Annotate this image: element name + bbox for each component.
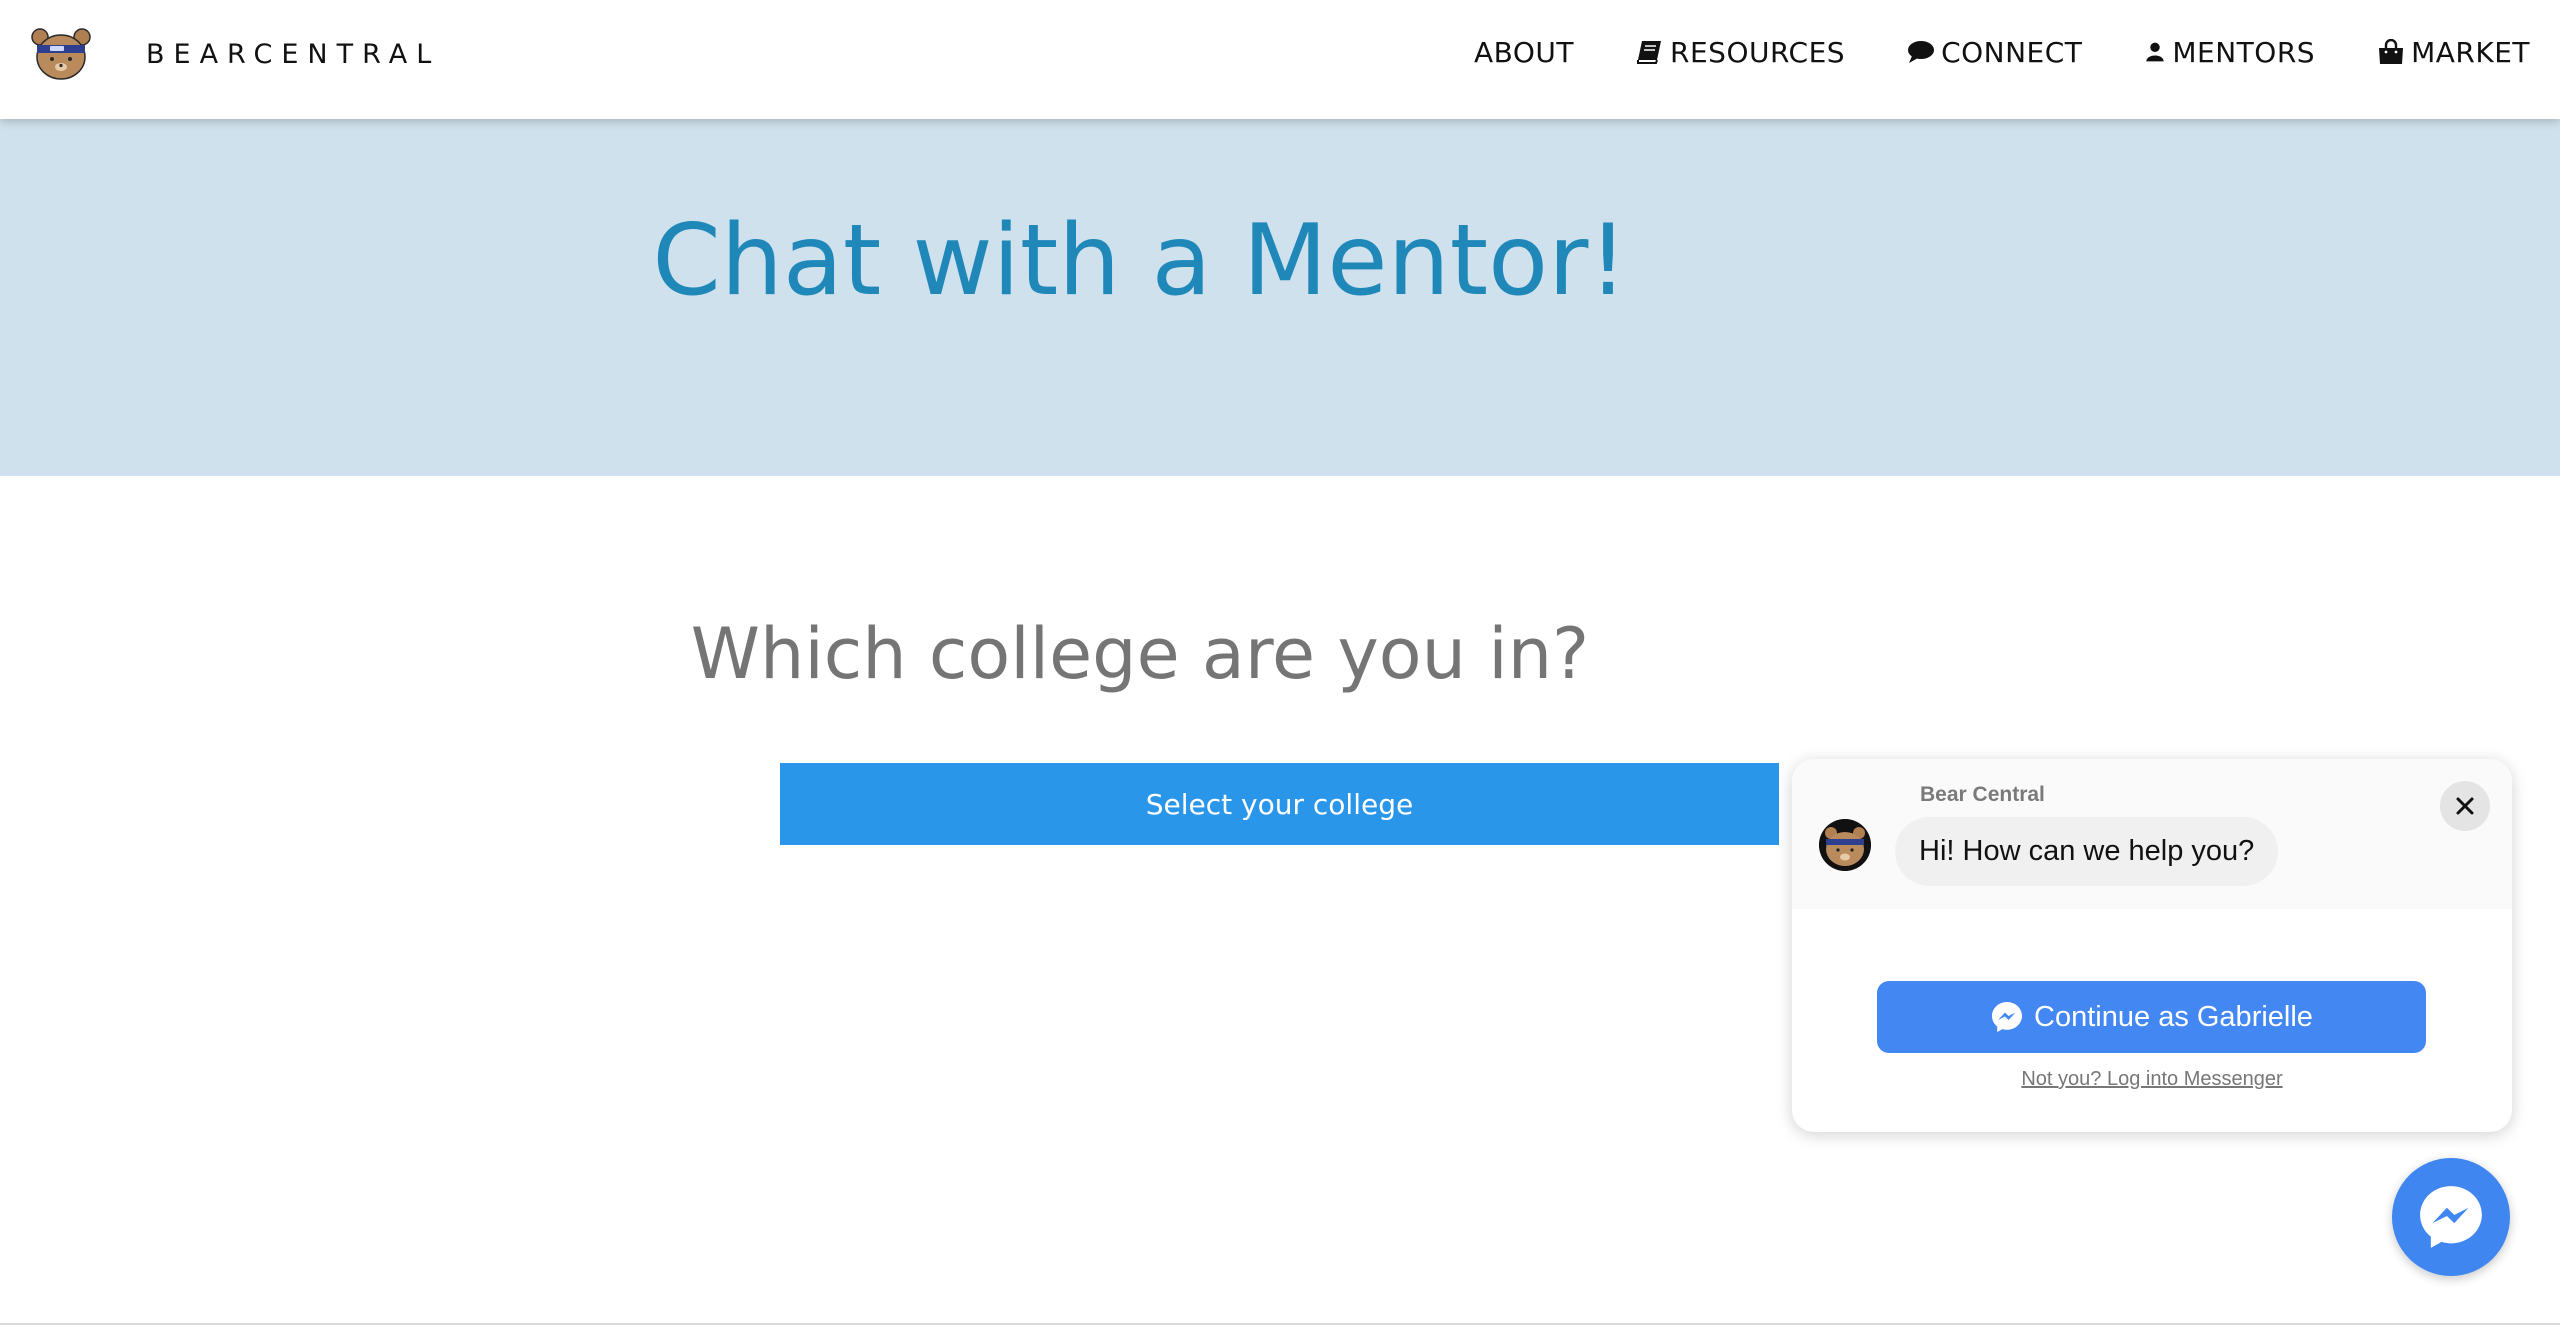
page-bottom-divider (0, 1323, 2560, 1325)
bear-avatar-icon (1819, 819, 1871, 871)
nav-about-label: ABOUT (1474, 35, 1575, 69)
close-chat-button[interactable] (2440, 781, 2490, 831)
nav-resources-label: RESOURCES (1670, 35, 1846, 69)
top-navbar: BEARCENTRAL ABOUT RESOURCES CONNECT MENT… (0, 0, 2560, 119)
messenger-icon (1992, 1002, 2023, 1032)
select-college-button[interactable]: Select your college (780, 763, 1779, 845)
close-icon (2456, 797, 2474, 815)
chat-message-bubble: Hi! How can we help you? (1895, 817, 2279, 886)
nav-connect[interactable]: CONNECT (1907, 36, 2082, 69)
messenger-launcher-button[interactable] (2392, 1158, 2510, 1276)
avatar (1819, 819, 1871, 871)
nav-about[interactable]: ABOUT (1474, 36, 1574, 69)
log-into-messenger-link[interactable]: Not you? Log into Messenger (1792, 1068, 2512, 1091)
messenger-icon (2420, 1186, 2482, 1248)
main-nav: ABOUT RESOURCES CONNECT MENTORS MARKET (1474, 0, 2530, 104)
nav-market-label: MARKET (2411, 35, 2530, 69)
nav-mentors-label: MENTORS (2172, 35, 2316, 69)
continue-as-user-button[interactable]: Continue as Gabrielle (1877, 981, 2426, 1053)
shopping-bag-icon (2379, 39, 2404, 64)
brand-name: BEARCENTRAL (146, 38, 441, 70)
continue-button-label: Continue as Gabrielle (2034, 1000, 2313, 1033)
bear-logo-icon (31, 28, 91, 80)
book-icon (1637, 41, 1662, 64)
speech-bubble-icon (1908, 41, 1935, 63)
messenger-chat-popup: Bear Central Hi! How can we help you? Co… (1792, 759, 2512, 1132)
chat-sender-name: Bear Central (1920, 783, 2045, 806)
nav-market[interactable]: MARKET (2377, 36, 2530, 69)
nav-resources[interactable]: RESOURCES (1636, 36, 1845, 69)
user-icon (2146, 42, 2165, 62)
page-title: Chat with a Mentor! (652, 204, 1628, 318)
nav-connect-label: CONNECT (1941, 35, 2083, 69)
brand-link[interactable]: BEARCENTRAL (30, 24, 440, 84)
chat-header: Bear Central Hi! How can we help you? (1792, 759, 2512, 909)
hero-banner: Chat with a Mentor! (0, 119, 2560, 476)
nav-mentors[interactable]: MENTORS (2144, 36, 2315, 69)
college-question-heading: Which college are you in? (690, 613, 1590, 695)
